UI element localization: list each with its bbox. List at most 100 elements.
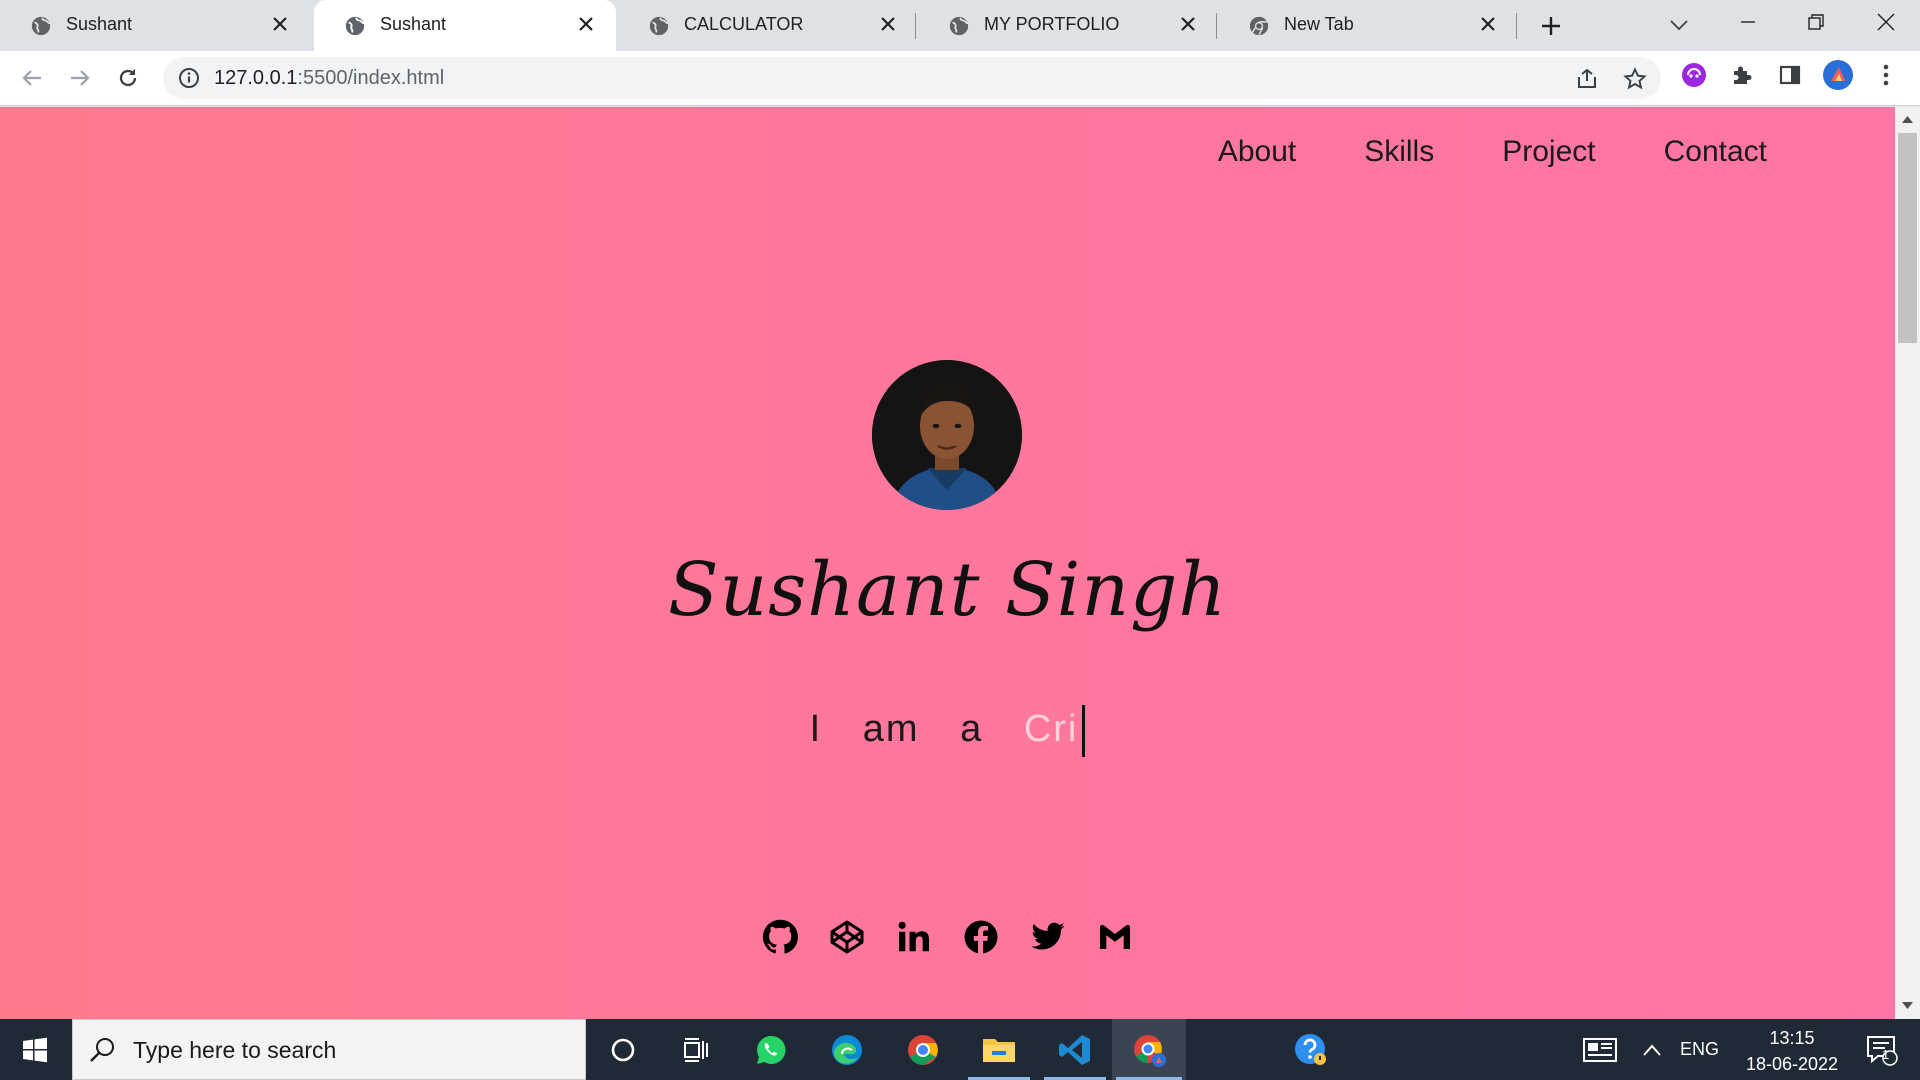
facebook-link[interactable] (948, 919, 1015, 955)
facebook-icon (964, 920, 998, 954)
globe-icon (949, 16, 969, 36)
whatsapp-icon (757, 1035, 786, 1064)
close-tab-icon[interactable] (268, 12, 292, 36)
chevron-up-icon (1643, 1043, 1661, 1056)
github-link[interactable] (747, 919, 814, 955)
person-portrait-icon (872, 360, 1022, 510)
browser-toolbar: 127.0.0.1:5500/index.html (0, 51, 1920, 106)
extensions-puzzle-icon[interactable] (1725, 58, 1759, 92)
close-tab-icon[interactable] (1176, 12, 1200, 36)
vscode-icon (1059, 1034, 1090, 1065)
chrome-icon (1249, 16, 1269, 36)
new-tab-button[interactable] (1534, 9, 1568, 43)
nav-project[interactable]: Project (1502, 135, 1595, 169)
chrome-profile-button[interactable] (1112, 1019, 1186, 1080)
tab-1[interactable]: Sushant (0, 0, 310, 51)
linkedin-icon (898, 921, 929, 952)
scrollbar-thumb[interactable] (1898, 133, 1917, 343)
clock-time: 13:15 (1769, 1028, 1815, 1048)
close-icon (1877, 13, 1895, 31)
typed-tagline: I am a Cri (0, 705, 1895, 757)
chrome-icon (908, 1034, 938, 1065)
reload-button[interactable] (109, 59, 147, 97)
gmail-link[interactable] (1082, 919, 1149, 955)
tab-title: Sushant (66, 14, 133, 34)
edge-button[interactable] (812, 1019, 882, 1080)
tab-separator (1516, 13, 1517, 39)
profile-photo (872, 360, 1022, 510)
restore-button[interactable] (1782, 0, 1850, 44)
profile-avatar-icon[interactable] (1821, 58, 1855, 92)
tab-search-button[interactable] (1662, 10, 1696, 40)
cortana-button[interactable] (588, 1019, 658, 1080)
close-tab-icon[interactable] (876, 12, 900, 36)
file-explorer-button[interactable] (964, 1019, 1034, 1080)
close-window-button[interactable] (1852, 0, 1920, 44)
globe-icon (31, 16, 51, 36)
chevron-down-icon (1670, 20, 1688, 31)
taskbar-search-box[interactable]: Type here to search (72, 1019, 586, 1080)
linkedin-link[interactable] (881, 919, 948, 955)
reload-icon (119, 69, 137, 87)
help-button[interactable] (1276, 1019, 1346, 1080)
cortana-icon (611, 1038, 635, 1061)
extension-purple-icon[interactable] (1677, 58, 1711, 92)
vscode-button[interactable] (1040, 1019, 1110, 1080)
notification-count: 1 (1882, 1047, 1890, 1062)
twitter-icon (1031, 922, 1065, 950)
page-viewport: About Skills Project Contact Sushant Sin… (0, 107, 1895, 1019)
windows-taskbar: Type here to search ENG 13:15 18-06-2022 (0, 1019, 1920, 1080)
forward-button[interactable] (61, 59, 99, 97)
tab-strip: Sushant Sushant CALCULATOR MY PORTFOLIO … (0, 0, 1920, 51)
taskbar-search-placeholder: Type here to search (133, 1037, 337, 1063)
address-bar[interactable]: 127.0.0.1:5500/index.html (163, 57, 1661, 99)
side-panel-icon[interactable] (1773, 58, 1807, 92)
close-tab-icon[interactable] (574, 12, 598, 36)
tab-title: MY PORTFOLIO (984, 14, 1120, 34)
bookmark-star-icon[interactable] (1622, 66, 1648, 92)
windows-logo-icon (23, 1037, 47, 1062)
task-view-icon (684, 1037, 708, 1062)
nav-contact[interactable]: Contact (1664, 135, 1767, 169)
tab-3[interactable]: CALCULATOR (618, 0, 918, 51)
minimize-icon (1741, 21, 1755, 23)
nav-skills[interactable]: Skills (1364, 135, 1434, 169)
page-scrollbar[interactable] (1895, 107, 1920, 1019)
codepen-link[interactable] (814, 919, 881, 955)
arrow-right-icon (71, 70, 90, 86)
restore-icon (1808, 14, 1824, 30)
language-indicator[interactable]: ENG (1680, 1019, 1719, 1080)
news-icon (1583, 1037, 1617, 1062)
edge-icon (832, 1034, 862, 1065)
share-icon[interactable] (1574, 66, 1600, 92)
url-host: 127.0.0.1 (214, 67, 298, 89)
tab-5[interactable]: New Tab (1218, 0, 1518, 51)
nav-about[interactable]: About (1218, 135, 1296, 169)
task-view-button[interactable] (660, 1019, 730, 1080)
start-button[interactable] (0, 1019, 70, 1080)
tab-separator (1216, 13, 1217, 39)
url-path: :5500/index.html (297, 67, 445, 89)
twitter-link[interactable] (1015, 919, 1082, 955)
info-icon[interactable] (177, 66, 201, 90)
scroll-down-arrow-icon[interactable] (1901, 999, 1914, 1012)
browser-menu-icon[interactable] (1869, 58, 1903, 92)
scroll-up-arrow-icon[interactable] (1901, 113, 1914, 126)
tab-title: New Tab (1284, 14, 1354, 34)
globe-icon (649, 16, 669, 36)
chrome-button[interactable] (888, 1019, 958, 1080)
back-button[interactable] (13, 59, 51, 97)
tab-4[interactable]: MY PORTFOLIO (918, 0, 1218, 51)
close-tab-icon[interactable] (1476, 12, 1500, 36)
tab-2-active[interactable]: Sushant (314, 0, 616, 51)
github-icon (762, 919, 798, 954)
portfolio-nav: About Skills Project Contact (1150, 135, 1767, 169)
show-hidden-icons-button[interactable] (1642, 1019, 1662, 1080)
url-text[interactable]: 127.0.0.1:5500/index.html (214, 67, 444, 90)
chrome-profile-icon (1134, 1034, 1166, 1067)
news-widget[interactable] (1582, 1019, 1618, 1080)
whatsapp-button[interactable] (736, 1019, 806, 1080)
minimize-button[interactable] (1714, 0, 1782, 44)
taskbar-clock[interactable]: 13:15 18-06-2022 (1730, 1025, 1854, 1077)
notification-center-button[interactable]: 1 (1856, 1019, 1908, 1080)
